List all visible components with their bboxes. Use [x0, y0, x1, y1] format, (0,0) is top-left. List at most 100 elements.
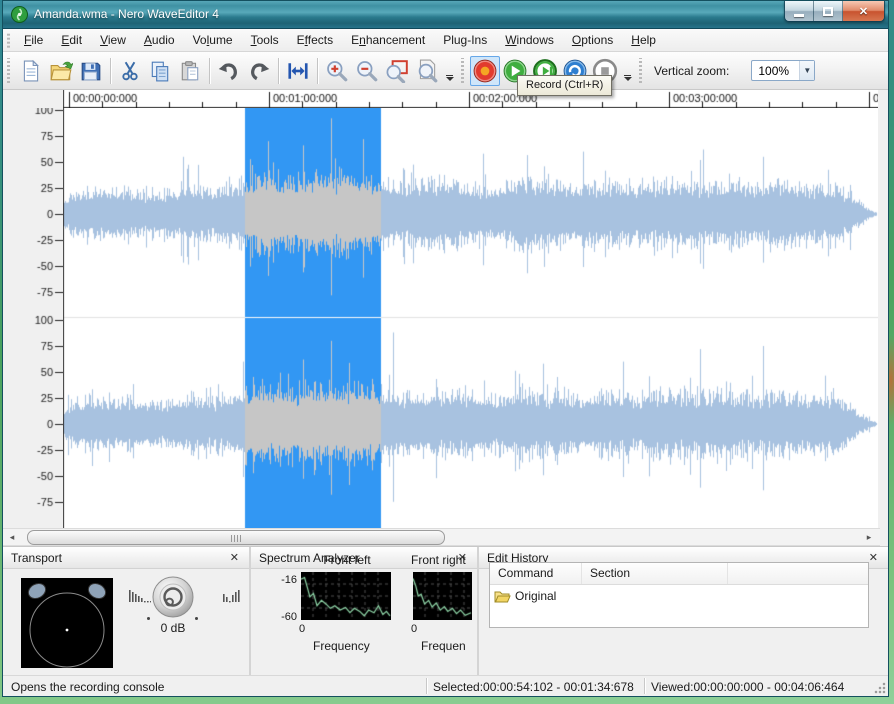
horizontal-scrollbar[interactable]: ◂ ▸ [3, 528, 880, 546]
toolbar-overflow-button[interactable] [442, 56, 457, 86]
time-ruler-canvas[interactable] [63, 90, 878, 108]
toolbar-grip-icon[interactable] [638, 58, 643, 84]
front-left-label: Front left [287, 553, 407, 567]
save-button[interactable] [76, 56, 106, 86]
volume-knob-group: 0 dB [123, 573, 249, 673]
copy-icon [149, 60, 171, 82]
redo-button[interactable] [244, 56, 274, 86]
history-table: Command Section Original [489, 562, 869, 628]
fade-in-icon [223, 589, 243, 603]
save-floppy-icon [80, 60, 102, 82]
zoom-selection-button[interactable] [382, 56, 412, 86]
menu-item-plugins[interactable]: Plug-Ins [434, 30, 496, 50]
menu-item-file[interactable]: File [15, 30, 52, 50]
copy-button[interactable] [145, 56, 175, 86]
volume-knob[interactable] [151, 575, 195, 619]
menu-items: FileEditViewAudioVolumeToolsEffectsEnhan… [15, 30, 665, 50]
transport-panel-title: Transport [11, 551, 228, 565]
spectrum-right-plot [413, 572, 472, 620]
new-document-button[interactable] [16, 56, 46, 86]
waveform-area [3, 108, 888, 528]
menu-item-volume[interactable]: Volume [184, 30, 242, 50]
fit-width-icon [287, 60, 309, 82]
history-row[interactable]: Original [490, 585, 868, 607]
close-icon[interactable]: ✕ [228, 551, 241, 564]
record-button[interactable] [470, 56, 500, 86]
vertical-zoom-value: 100% [752, 64, 799, 78]
zoom-in-icon [325, 59, 349, 83]
history-table-header: Command Section [490, 563, 868, 585]
scroll-left-icon[interactable]: ◂ [5, 531, 19, 544]
menu-item-view[interactable]: View [91, 30, 135, 50]
record-icon [472, 58, 498, 84]
chevron-down-icon[interactable]: ▼ [799, 61, 814, 80]
open-file-button[interactable] [46, 56, 76, 86]
history-item-label: Original [515, 589, 556, 603]
transport-panel: Transport ✕ [3, 547, 249, 675]
zoom-in-button[interactable] [322, 56, 352, 86]
undo-arrow-icon [217, 60, 241, 82]
waveform-canvas[interactable] [63, 108, 878, 528]
menu-item-help[interactable]: Help [622, 30, 665, 50]
toolbar-grip-icon[interactable] [460, 58, 465, 84]
menu-item-enhancement[interactable]: Enhancement [342, 30, 434, 50]
record-tooltip: Record (Ctrl+R) [517, 75, 612, 96]
fit-width-button[interactable] [283, 56, 313, 86]
cut-scissors-icon [119, 60, 141, 82]
column-command[interactable]: Command [490, 563, 582, 584]
cut-button[interactable] [115, 56, 145, 86]
knob-min-dot [147, 617, 150, 620]
toolbar-overflow-button[interactable] [620, 56, 635, 86]
volume-db-label: 0 dB [141, 621, 205, 635]
column-section[interactable]: Section [582, 563, 728, 584]
menu-item-effects[interactable]: Effects [288, 30, 342, 50]
main-toolbar: Vertical zoom: 100% ▼ [3, 52, 888, 90]
menu-item-windows[interactable]: Windows [496, 30, 563, 50]
app-icon [11, 6, 28, 23]
frequency-label-right: Frequen [421, 639, 466, 653]
status-message: Opens the recording console [11, 680, 164, 694]
menu-item-audio[interactable]: Audio [135, 30, 184, 50]
toolbar-grip-icon[interactable] [6, 58, 11, 84]
paste-button[interactable] [175, 56, 205, 86]
transport-panel-header[interactable]: Transport ✕ [3, 547, 249, 569]
maximize-button[interactable] [814, 1, 843, 22]
window-controls: ✕ [784, 1, 885, 22]
redo-arrow-icon [247, 60, 271, 82]
window-title: Amanda.wma - Nero WaveEditor 4 [34, 7, 219, 21]
minimize-button[interactable] [785, 1, 814, 22]
toolbar-separator [317, 58, 318, 84]
spectrum-y-bottom-label: -60 [275, 611, 297, 623]
undo-button[interactable] [214, 56, 244, 86]
toolbar-grip-icon[interactable] [6, 32, 11, 47]
vertical-zoom-select[interactable]: 100% ▼ [751, 60, 815, 81]
spectrum-x-zero-right: 0 [411, 623, 417, 635]
menu-item-options[interactable]: Options [563, 30, 622, 50]
zoom-document-icon [415, 59, 439, 83]
close-button[interactable]: ✕ [843, 1, 884, 22]
status-selected-range: Selected:00:00:54:102 - 00:01:34:678 [433, 680, 634, 694]
spectrum-left-plot [301, 572, 391, 620]
fade-out-icon [129, 589, 151, 603]
menu-item-tools[interactable]: Tools [242, 30, 288, 50]
status-bar: Opens the recording console Selected:00:… [3, 675, 888, 696]
title-bar[interactable]: Amanda.wma - Nero WaveEditor 4 ✕ [3, 1, 888, 29]
dock-panels: Transport ✕ [3, 546, 888, 675]
zoom-document-button[interactable] [412, 56, 442, 86]
time-ruler[interactable] [3, 90, 888, 108]
menu-bar: FileEditViewAudioVolumeToolsEffectsEnhan… [3, 29, 888, 52]
spectrum-y-top-label: -16 [275, 574, 297, 586]
toolbar-separator [278, 58, 279, 84]
frequency-label-left: Frequency [313, 639, 370, 653]
zoom-out-button[interactable] [352, 56, 382, 86]
scroll-right-icon[interactable]: ▸ [862, 531, 876, 544]
menu-item-edit[interactable]: Edit [52, 30, 91, 50]
paste-clipboard-icon [179, 60, 201, 82]
amplitude-scale [3, 108, 63, 528]
spectrum-x-zero-left: 0 [299, 623, 305, 635]
resize-grip-icon[interactable] [874, 682, 886, 694]
column-extra [728, 563, 868, 584]
stereo-field-display[interactable] [21, 578, 113, 668]
scrollbar-thumb[interactable] [27, 530, 445, 545]
open-folder-icon [49, 60, 73, 82]
